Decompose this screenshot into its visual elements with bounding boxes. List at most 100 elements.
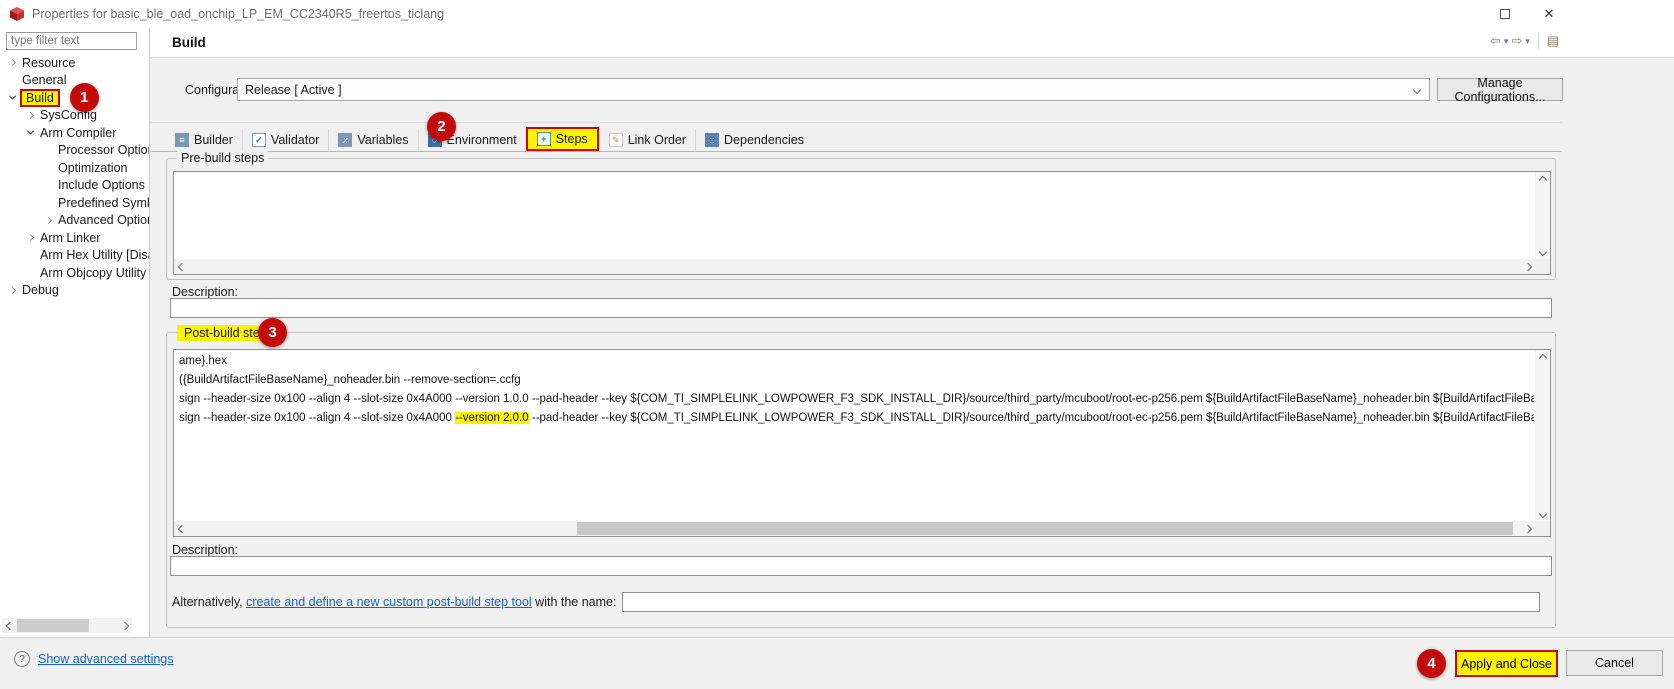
close-button[interactable]: ✕: [1532, 2, 1566, 26]
alternatively-suffix: with the name:: [532, 595, 617, 609]
post-build-steps-textarea[interactable]: ame}.hex ({BuildArtifactFileBaseName}_noh…: [173, 349, 1551, 537]
spacer: [22, 247, 38, 263]
scrollbar-thumb[interactable]: [17, 619, 89, 632]
tree-item-include-options[interactable]: Include Options: [0, 177, 149, 195]
tree-expander-icon[interactable]: [22, 230, 38, 246]
scroll-right-icon[interactable]: [117, 618, 132, 633]
variables-icon: x: [338, 133, 352, 147]
pre-build-content[interactable]: [174, 172, 1534, 258]
tree-item-label[interactable]: Arm Compiler: [38, 126, 118, 140]
scrollbar-thumb[interactable]: [577, 522, 1513, 535]
tab-variables[interactable]: x Variables: [328, 129, 417, 151]
tree-item-resource[interactable]: Resource: [0, 54, 149, 72]
post-build-tool-name-input[interactable]: [622, 592, 1540, 612]
back-icon[interactable]: ⇦: [1490, 33, 1501, 49]
tab-validator[interactable]: ✓Validator: [242, 129, 328, 151]
scrollbar-track[interactable]: [189, 521, 1520, 536]
configuration-value: Release [ Active ]: [245, 83, 342, 97]
command-text: ({BuildArtifactFileBaseName}_noheader.bi…: [179, 374, 521, 386]
tab-link-order[interactable]: ✎Link Order: [599, 129, 695, 151]
post-build-horizontal-scrollbar[interactable]: [174, 521, 1535, 536]
tree-item-build[interactable]: Build1: [0, 89, 149, 107]
builder-icon: ≡: [175, 133, 189, 147]
tree-item-arm-compiler[interactable]: Arm Compiler: [0, 124, 149, 142]
filter-input[interactable]: [6, 32, 137, 50]
chevron-down-icon: [1413, 86, 1421, 94]
tree-item-processor-option[interactable]: Processor Option: [0, 142, 149, 160]
tree-item-arm-linker[interactable]: Arm Linker: [0, 229, 149, 247]
tree-item-advanced-option[interactable]: Advanced Option: [0, 212, 149, 230]
cancel-button[interactable]: Cancel: [1566, 650, 1663, 676]
view-menu-icon[interactable]: ▤: [1547, 33, 1559, 49]
divider: [150, 122, 1562, 123]
tree-item-arm-objcopy-utility[interactable]: Arm Objcopy Utility: [0, 264, 149, 282]
scroll-down-icon[interactable]: [1535, 506, 1550, 521]
tree-item-label[interactable]: Predefined Symb: [56, 196, 150, 210]
scroll-left-icon[interactable]: [174, 259, 189, 274]
tree-item-label[interactable]: Include Options: [56, 178, 147, 192]
pre-build-description-input[interactable]: [170, 298, 1552, 318]
tree-item-label[interactable]: Resource: [20, 56, 78, 70]
tree-item-label[interactable]: Advanced Option: [56, 213, 150, 227]
apply-and-close-button[interactable]: Apply and Close: [1455, 650, 1558, 677]
tree-expander-icon[interactable]: [22, 107, 38, 123]
post-build-line-4[interactable]: sign --header-size 0x100 --align 4 --slo…: [179, 409, 1534, 428]
tab-builder[interactable]: ≡Builder: [166, 129, 242, 151]
scroll-right-icon[interactable]: [1520, 259, 1535, 274]
tree-item-debug[interactable]: Debug: [0, 282, 149, 300]
alternatively-row: Alternatively, create and define a new c…: [172, 592, 1540, 612]
post-build-vertical-scrollbar[interactable]: [1535, 350, 1550, 521]
tree-item-label[interactable]: Arm Linker: [38, 231, 102, 245]
scrollbar-corner: [1535, 521, 1550, 536]
post-build-line-1[interactable]: ame}.hex: [179, 352, 1534, 371]
scroll-down-icon[interactable]: [1535, 244, 1550, 259]
tree-expander-icon[interactable]: [22, 125, 38, 141]
tree-expander-icon[interactable]: [4, 282, 20, 298]
pre-build-vertical-scrollbar[interactable]: [1535, 172, 1550, 259]
sidebar-horizontal-scrollbar[interactable]: [2, 618, 132, 633]
tree-item-label[interactable]: General: [20, 73, 68, 87]
post-build-line-2[interactable]: ({BuildArtifactFileBaseName}_noheader.bi…: [179, 371, 1534, 390]
scroll-right-icon[interactable]: [1520, 521, 1535, 536]
tab-label: Variables: [357, 133, 408, 147]
scroll-up-icon[interactable]: [1535, 350, 1550, 365]
tree-item-label[interactable]: Build: [20, 89, 60, 107]
tree-item-arm-hex-utility-disa[interactable]: Arm Hex Utility [Disa: [0, 247, 149, 265]
forward-dropdown-icon[interactable]: ▾: [1525, 36, 1530, 47]
scroll-left-icon[interactable]: [2, 618, 17, 633]
tree-expander-icon[interactable]: [4, 90, 20, 106]
configuration-select[interactable]: Release [ Active ]: [237, 78, 1430, 101]
tree-item-label[interactable]: Processor Option: [56, 143, 150, 157]
tree-item-label[interactable]: Arm Hex Utility [Disa: [38, 248, 150, 262]
tab-steps[interactable]: +Steps: [526, 127, 599, 151]
scrollbar-track[interactable]: [189, 259, 1520, 274]
pre-build-horizontal-scrollbar[interactable]: [174, 259, 1535, 274]
back-dropdown-icon[interactable]: ▾: [1504, 36, 1509, 47]
tree-expander-icon[interactable]: [4, 55, 20, 71]
post-build-content[interactable]: ame}.hex ({BuildArtifactFileBaseName}_noh…: [174, 350, 1534, 520]
scroll-up-icon[interactable]: [1535, 172, 1550, 187]
post-build-description-input[interactable]: [170, 556, 1552, 576]
forward-icon[interactable]: ⇨: [1511, 33, 1522, 49]
post-build-line-3[interactable]: sign --header-size 0x100 --align 4 --slo…: [179, 390, 1534, 409]
maximize-icon: [1500, 9, 1510, 19]
pre-build-steps-textarea[interactable]: [173, 171, 1551, 275]
scroll-left-icon[interactable]: [174, 521, 189, 536]
dialog-footer: ? Show advanced settings 4 Apply and Clo…: [0, 637, 1674, 689]
create-post-build-tool-link[interactable]: create and define a new custom post-buil…: [246, 595, 532, 609]
tree-item-label[interactable]: Debug: [20, 283, 61, 297]
pre-build-label: Pre-build steps: [177, 151, 268, 165]
help-icon[interactable]: ?: [14, 651, 30, 667]
tree-expander-icon[interactable]: [40, 212, 56, 228]
tab-dependencies[interactable]: ::Dependencies: [695, 129, 813, 151]
tree-item-predefined-symb[interactable]: Predefined Symb: [0, 194, 149, 212]
manage-configurations-button[interactable]: Manage Configurations...: [1437, 78, 1563, 101]
tree-item-label[interactable]: Optimization: [56, 161, 129, 175]
spacer: [22, 265, 38, 281]
tree-item-label[interactable]: Arm Objcopy Utility: [38, 266, 148, 280]
show-advanced-settings-link[interactable]: Show advanced settings: [38, 652, 174, 666]
tree-item-sysconfig[interactable]: SysConfig: [0, 107, 149, 125]
tree-item-optimization[interactable]: Optimization: [0, 159, 149, 177]
annotation-badge-1: 1: [70, 83, 99, 112]
maximize-button[interactable]: [1488, 2, 1522, 26]
